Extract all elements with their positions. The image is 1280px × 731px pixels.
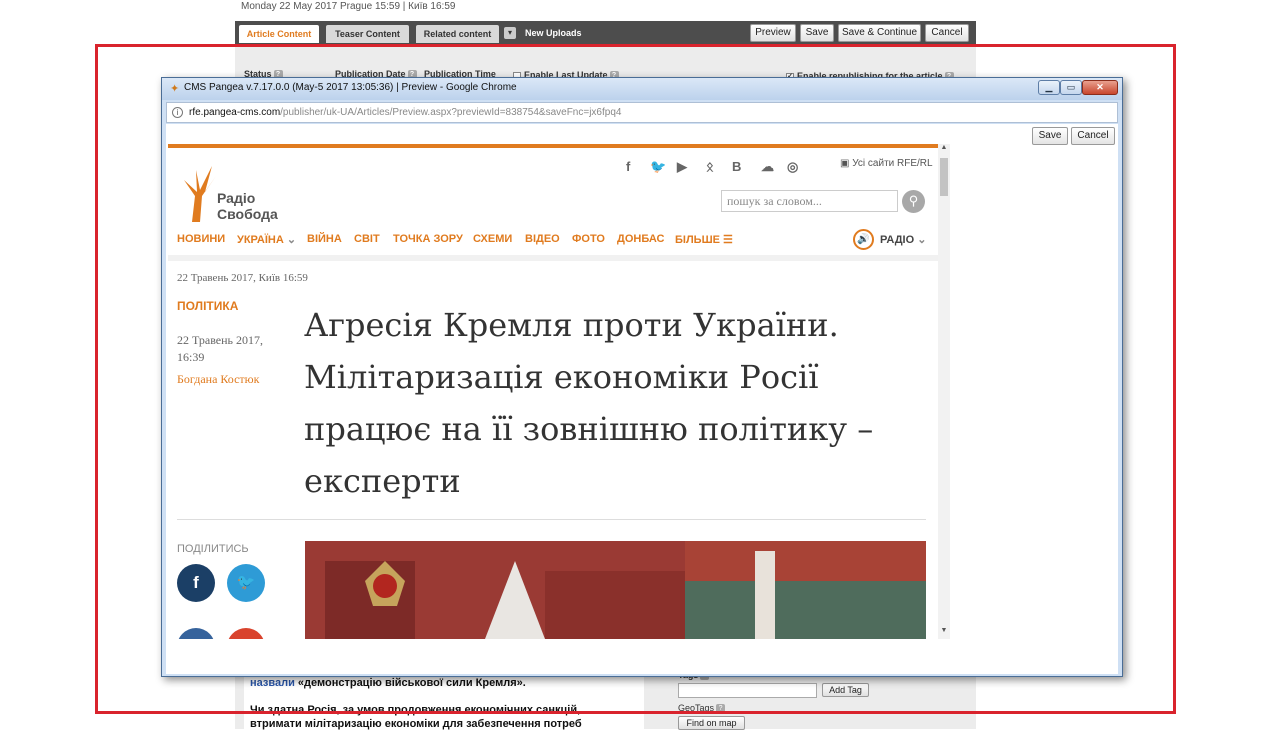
share-google-icon[interactable] <box>227 628 265 639</box>
scroll-up-icon[interactable]: ▲ <box>938 144 950 151</box>
nav-item-ukraina[interactable]: УКРАЇНА ⌄ <box>237 233 296 246</box>
save-continue-button[interactable]: Save & Continue <box>838 24 921 42</box>
menu-icon: ☰ <box>719 234 733 246</box>
nav-item-viina[interactable]: ВІЙНА <box>307 233 342 245</box>
nav-item-svit[interactable]: СВІТ <box>354 233 380 245</box>
tab-article-content[interactable]: Article Content <box>239 25 319 43</box>
info-icon[interactable]: i <box>172 107 183 118</box>
url-text: rfe.pangea-cms.com/publisher/uk-UA/Artic… <box>189 107 622 118</box>
article-lead-image <box>305 541 926 639</box>
share-twitter-icon[interactable]: 🐦 <box>227 564 265 602</box>
article-dateline: 22 Травень 2017, Київ 16:59 <box>177 272 308 284</box>
tab-teaser-content[interactable]: Teaser Content <box>326 25 409 43</box>
search-icon[interactable]: ⚲ <box>902 190 925 213</box>
article-category[interactable]: ПОЛІТИКА <box>177 299 238 313</box>
nav-item-donbas[interactable]: ДОНБАС <box>617 233 664 245</box>
all-sites-link[interactable]: ▣ Усі сайти RFE/RL <box>840 158 933 169</box>
instagram-icon[interactable]: ◎ <box>787 159 798 175</box>
youtube-icon[interactable]: ▶ <box>677 159 687 175</box>
headline-divider <box>177 519 926 520</box>
cancel-button[interactable]: Cancel <box>925 24 969 42</box>
minimize-icon[interactable]: ▁ <box>1038 80 1060 95</box>
nav-divider <box>168 255 938 261</box>
share-facebook-icon[interactable]: f <box>177 564 215 602</box>
new-uploads-link[interactable]: New Uploads <box>525 25 582 41</box>
popup-title: CMS Pangea v.7.17.0.0 (May-5 2017 13:05:… <box>184 82 517 93</box>
nav-item-novyny[interactable]: НОВИНИ <box>177 233 225 245</box>
facebook-icon[interactable]: f <box>626 159 630 174</box>
nav-item-skhemy[interactable]: СХЕМИ <box>473 233 512 245</box>
popup-content: Save Cancel Радіо Свобода f 🐦 ▶ ᛟ B ☁ ◎ ▣… <box>166 124 1118 674</box>
popup-title-bar[interactable]: ✦ CMS Pangea v.7.17.0.0 (May-5 2017 13:0… <box>162 78 1122 100</box>
radio-menu[interactable]: РАДІО ⌄ <box>880 233 926 246</box>
address-bar[interactable]: i rfe.pangea-cms.com/publisher/uk-UA/Art… <box>166 102 1118 123</box>
article-headline: Агресія Кремля проти України. Мілітариза… <box>304 306 874 500</box>
speaker-icon[interactable]: 🔊 <box>853 229 874 250</box>
scroll-down-icon[interactable]: ▼ <box>938 627 950 634</box>
search-input[interactable]: пошук за словом... <box>721 190 898 212</box>
tab-related-content[interactable]: Related content <box>416 25 499 43</box>
nav-item-video[interactable]: ВІДЕО <box>525 233 560 245</box>
chevron-down-icon: ⌄ <box>283 234 297 246</box>
maximize-icon[interactable]: ▭ <box>1060 80 1082 95</box>
chevron-down-icon: ⌄ <box>914 234 927 246</box>
cms-tab-bar: Article Content Teaser Content Related c… <box>235 21 976 44</box>
nav-item-tochka-zoru[interactable]: ТОЧКА ЗОРУ <box>393 233 463 245</box>
popup-save-button[interactable]: Save <box>1032 127 1068 145</box>
upload-icon[interactable]: ▾ <box>504 27 516 39</box>
vk-icon[interactable]: B <box>732 159 741 174</box>
nav-item-bilshe[interactable]: БІЛЬШЕ ☰ <box>675 233 733 246</box>
nav-item-foto[interactable]: ФОТО <box>572 233 605 245</box>
preview-popup-window: ✦ CMS Pangea v.7.17.0.0 (May-5 2017 13:0… <box>161 77 1123 677</box>
article-publish-date: 22 Травень 2017, 16:39 <box>177 333 264 364</box>
pangea-flame-icon: ✦ <box>170 83 180 95</box>
find-on-map-button[interactable]: Find on map <box>678 716 745 730</box>
preview-scrollbar[interactable]: ▲ ▼ <box>938 144 950 639</box>
odnoklassniki-icon[interactable]: ᛟ <box>706 159 714 174</box>
site-logo-text[interactable]: Радіо Свобода <box>217 190 278 222</box>
sites-icon: ▣ <box>840 158 853 169</box>
article-preview-frame: Радіо Свобода f 🐦 ▶ ᛟ B ☁ ◎ ▣ Усі сайти R… <box>168 144 950 639</box>
article-author[interactable]: Богдана Костюк <box>177 372 259 387</box>
share-label: ПОДІЛИТИСЬ <box>177 543 249 555</box>
cms-date-line: Monday 22 May 2017 Prague 15:59 | Київ 1… <box>241 1 456 12</box>
share-vk-icon[interactable] <box>177 628 215 639</box>
popup-cancel-button[interactable]: Cancel <box>1071 127 1115 145</box>
soundcloud-icon[interactable]: ☁ <box>761 159 774 175</box>
top-accent-line <box>168 144 938 148</box>
close-icon[interactable]: ✕ <box>1082 80 1118 95</box>
save-button[interactable]: Save <box>800 24 834 42</box>
scrollbar-thumb[interactable] <box>940 158 948 196</box>
twitter-icon[interactable]: 🐦 <box>650 159 666 175</box>
preview-button[interactable]: Preview <box>750 24 796 42</box>
